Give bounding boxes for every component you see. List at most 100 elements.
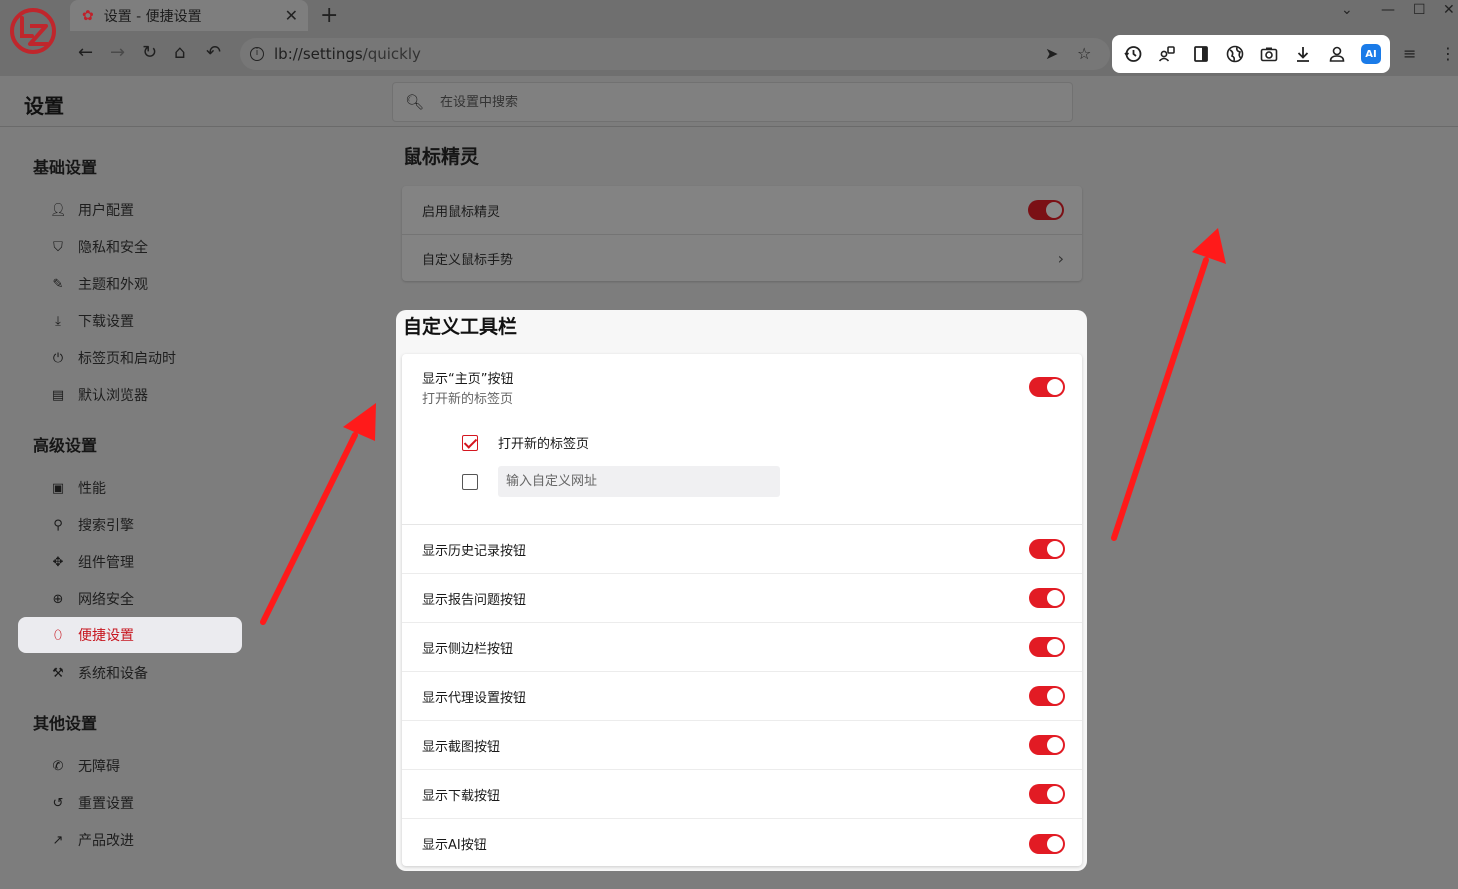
page-title: 设置 <box>24 94 64 118</box>
sidebar-item-improvement[interactable]: ↗ 产品改进 <box>18 822 242 858</box>
gesture-row[interactable]: 自定义鼠标手势 › <box>402 234 1082 282</box>
toolbar-settings-icon[interactable]: ≡ <box>1403 44 1416 63</box>
maximize-button[interactable]: ☐ <box>1413 2 1426 18</box>
browser-logo[interactable] <box>8 6 58 56</box>
globe-icon: ⊕ <box>52 591 64 607</box>
enable-mouse-toggle[interactable] <box>1028 200 1064 220</box>
trend-icon: ↗ <box>52 832 64 848</box>
undo-close-tab-button[interactable]: ↶ <box>206 42 221 63</box>
proxy-icon[interactable] <box>1150 39 1184 69</box>
custom-url-input[interactable] <box>498 466 780 497</box>
mouse-icon: ⬯ <box>53 627 63 643</box>
sidebar-icon[interactable] <box>1184 39 1218 69</box>
tab-close-icon[interactable]: ✕ <box>285 6 298 25</box>
home-button-toggle[interactable] <box>1029 377 1065 397</box>
search-icon: 🔍︎ <box>405 93 425 111</box>
sidebar-item-quick-settings[interactable]: ⬯ 便捷设置 <box>18 617 242 653</box>
annotation-arrow-left <box>260 403 376 625</box>
sidebar-button-toggle[interactable] <box>1029 637 1065 657</box>
search-input[interactable] <box>440 94 1001 110</box>
chevron-right-icon: › <box>1057 249 1064 268</box>
ai-badge: AI <box>1361 44 1381 64</box>
new-tab-checkbox[interactable] <box>462 434 478 451</box>
send-icon[interactable]: ➤ <box>1045 44 1058 63</box>
enable-mouse-label: 启用鼠标精灵 <box>422 204 501 220</box>
toolbar-settings-card: 显示“主页”按钮 打开新的标签页 打开新的标签页 显示历史记录按钮 显示报告问题… <box>402 354 1082 866</box>
globe-icon[interactable] <box>1218 39 1252 69</box>
proxy-button-toggle[interactable] <box>1029 686 1065 706</box>
site-info-icon[interactable]: i <box>250 47 264 61</box>
new-tab-option-label: 打开新的标签页 <box>498 437 590 452</box>
sidebar-item-theme[interactable]: ✎ 主题和外观 <box>18 266 242 302</box>
chevron-down-icon[interactable]: ⌄ <box>1341 2 1353 18</box>
accessibility-icon: ✆ <box>52 758 64 774</box>
history-button-toggle[interactable] <box>1029 539 1065 559</box>
sidebar-item-components[interactable]: ✥ 组件管理 <box>18 544 242 580</box>
custom-url-checkbox[interactable] <box>462 473 478 490</box>
browser-chrome: ✿ 设置 - 便捷设置 ✕ + ⌄ — ☐ ✕ ← → ↻ ⌂ ↶ i lb:/… <box>0 0 1458 76</box>
window-close-button[interactable]: ✕ <box>1443 2 1455 18</box>
home-button-label: 显示“主页”按钮 <box>422 372 514 387</box>
sidebar-item-search-engine[interactable]: ⚲ 搜索引擎 <box>18 507 242 543</box>
address-bar[interactable]: i lb://settings/quickly <box>240 38 1110 70</box>
user-icon: 👤︎ <box>50 202 67 218</box>
download-icon: ⤓ <box>55 313 61 329</box>
power-icon: ⏻ <box>52 350 64 366</box>
annotation-arrow-right <box>1111 228 1226 541</box>
camera-icon[interactable] <box>1252 39 1286 69</box>
download-button-toggle[interactable] <box>1029 784 1065 804</box>
sidebar-section-advanced: 高级设置 <box>33 436 98 455</box>
row-proxy-button: 显示代理设置按钮 <box>402 672 1082 721</box>
row-report-button: 显示报告问题按钮 <box>402 574 1082 623</box>
menu-icon[interactable]: ⋮ <box>1440 44 1456 63</box>
user-icon[interactable] <box>1320 39 1354 69</box>
tab-title: 设置 - 便捷设置 <box>103 8 202 25</box>
row-history-button: 显示历史记录按钮 <box>402 525 1082 574</box>
sidebar-item-performance[interactable]: ▣ 性能 <box>18 470 242 506</box>
new-tab-button[interactable]: + <box>320 3 338 28</box>
sidebar-item-startup[interactable]: ⏻ 标签页和启动时 <box>18 340 242 376</box>
ai-icon[interactable]: AI <box>1354 39 1388 69</box>
row-ai-button: 显示AI按钮 <box>402 819 1082 868</box>
report-button-toggle[interactable] <box>1029 588 1065 608</box>
settings-sidebar: 基础设置 👤︎ 用户配置 ⛉ 隐私和安全 ✎ 主题和外观 ⤓ 下载设置 ⏻ 标签页和启动时… <box>0 128 260 889</box>
browser-icon: ▤ <box>51 387 65 403</box>
tab-settings[interactable]: ✿ 设置 - 便捷设置 ✕ <box>70 0 308 31</box>
settings-header: 设置 🔍︎ <box>0 76 1458 127</box>
screenshot-button-toggle[interactable] <box>1029 735 1065 755</box>
sidebar-item-user-profile[interactable]: 👤︎ 用户配置 <box>18 192 242 228</box>
bookmark-star-icon[interactable]: ☆ <box>1077 44 1091 63</box>
sidebar-item-accessibility[interactable]: ✆ 无障碍 <box>18 748 242 784</box>
home-button-desc: 打开新的标签页 <box>422 392 514 407</box>
custom-toolbar: AI <box>1112 35 1390 73</box>
address-text: lb://settings/quickly <box>274 45 421 63</box>
download-icon[interactable] <box>1286 39 1320 69</box>
mouse-section-title: 鼠标精灵 <box>403 146 480 168</box>
history-icon[interactable] <box>1116 39 1150 69</box>
sidebar-section-other: 其他设置 <box>33 714 98 733</box>
reset-icon: ↺ <box>52 795 64 811</box>
ai-button-toggle[interactable] <box>1029 833 1065 854</box>
brush-icon: ✎ <box>52 276 64 292</box>
sidebar-item-privacy[interactable]: ⛉ 隐私和安全 <box>18 229 242 265</box>
back-button[interactable]: ← <box>78 42 93 63</box>
sidebar-item-download[interactable]: ⤓ 下载设置 <box>18 303 242 339</box>
sidebar-item-network-security[interactable]: ⊕ 网络安全 <box>18 581 242 617</box>
toolbar-section-title: 自定义工具栏 <box>403 316 518 338</box>
home-button[interactable]: ⌂ <box>174 42 185 63</box>
sidebar-item-default-browser[interactable]: ▤ 默认浏览器 <box>18 377 242 413</box>
minimize-button[interactable]: — <box>1381 2 1395 18</box>
sidebar-item-reset[interactable]: ↺ 重置设置 <box>18 785 242 821</box>
toolbar-section: 自定义工具栏 显示“主页”按钮 打开新的标签页 打开新的标签页 显示历史记录按钮… <box>396 310 1087 871</box>
reload-button[interactable]: ↻ <box>142 42 157 63</box>
sidebar-item-system[interactable]: ⚒ 系统和设备 <box>18 655 242 691</box>
forward-button[interactable]: → <box>110 42 125 63</box>
sidebar-section-basic: 基础设置 <box>33 158 98 177</box>
option-new-tab[interactable]: 打开新的标签页 <box>462 433 589 452</box>
performance-icon: ▣ <box>51 480 65 496</box>
settings-search[interactable]: 🔍︎ <box>392 82 1073 122</box>
option-custom-url[interactable] <box>462 466 780 497</box>
row-screenshot-button: 显示截图按钮 <box>402 721 1082 770</box>
shield-icon: ⛉ <box>53 239 63 255</box>
puzzle-icon: ✥ <box>52 554 64 570</box>
